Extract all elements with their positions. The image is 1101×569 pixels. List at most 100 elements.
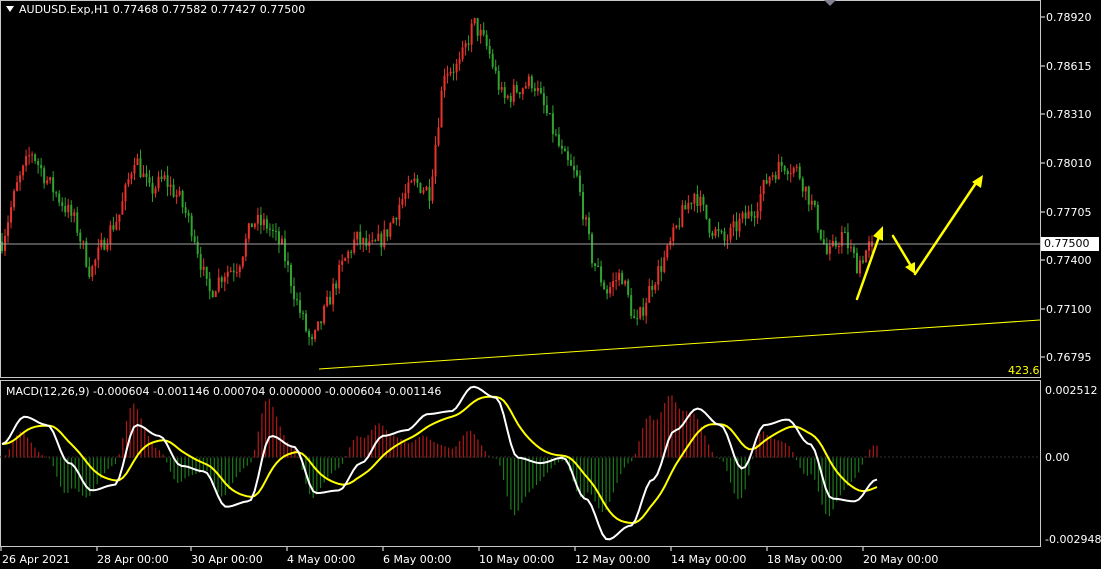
candle-body bbox=[238, 266, 241, 273]
candle-body bbox=[867, 241, 870, 251]
candle-body bbox=[542, 93, 545, 106]
candle-body bbox=[4, 235, 7, 251]
candle-body bbox=[214, 291, 217, 298]
candle-body bbox=[783, 166, 786, 171]
candle-body bbox=[515, 85, 518, 93]
forecast-arrows[interactable] bbox=[855, 175, 983, 301]
candle-body bbox=[819, 229, 822, 240]
candle-body bbox=[804, 186, 807, 192]
candle-body bbox=[645, 302, 648, 316]
candle-body bbox=[344, 258, 347, 261]
candle-body bbox=[443, 75, 446, 91]
candle-body bbox=[717, 229, 720, 232]
candle-body bbox=[85, 241, 88, 267]
arrow-up-2[interactable] bbox=[913, 178, 980, 276]
candle-body bbox=[822, 239, 825, 244]
candle-body bbox=[780, 161, 783, 167]
candle-body bbox=[73, 212, 76, 216]
candle-body bbox=[274, 231, 277, 233]
candle-body bbox=[271, 229, 274, 232]
candle-body bbox=[771, 175, 774, 177]
candle-body bbox=[711, 232, 714, 236]
candle-body bbox=[193, 236, 196, 242]
candle-body bbox=[34, 154, 37, 161]
candle-body bbox=[849, 247, 852, 249]
candle-body bbox=[759, 194, 762, 212]
candle-body bbox=[398, 204, 401, 220]
candle-body bbox=[813, 200, 816, 205]
candle-body bbox=[109, 225, 112, 245]
candle-body bbox=[25, 156, 28, 166]
candle-body bbox=[762, 180, 765, 195]
macd-axis: 0.002512 0.00 -0.002948 bbox=[1045, 384, 1101, 546]
candle-body bbox=[103, 239, 106, 250]
candle-body bbox=[678, 225, 681, 227]
candle-body bbox=[302, 312, 305, 314]
candle-body bbox=[633, 316, 636, 319]
candle-body bbox=[810, 200, 813, 205]
candle-body bbox=[169, 184, 172, 187]
candle-body bbox=[380, 233, 383, 248]
candle-body bbox=[404, 193, 407, 200]
candle-body bbox=[846, 232, 849, 249]
candle-body bbox=[705, 204, 708, 219]
candle-body bbox=[476, 18, 479, 36]
candle-body bbox=[265, 219, 268, 229]
arrow-down[interactable] bbox=[891, 234, 913, 268]
candle-body bbox=[127, 179, 130, 185]
candle-body bbox=[268, 228, 271, 230]
candle-body bbox=[148, 177, 151, 183]
candle-body bbox=[621, 272, 624, 285]
candle-body bbox=[566, 151, 569, 161]
candle-body bbox=[7, 222, 10, 236]
candle-body bbox=[181, 191, 184, 208]
time-tick: 10 May 00:00 bbox=[479, 553, 554, 566]
price-tick: 0.78615 bbox=[1046, 60, 1092, 73]
chart-window[interactable]: 0.78920 0.78615 0.78310 0.78010 0.77705 … bbox=[0, 0, 1101, 569]
candle-body bbox=[332, 283, 335, 305]
candle-body bbox=[594, 263, 597, 266]
candle-body bbox=[708, 218, 711, 233]
candle-body bbox=[687, 202, 690, 210]
candle-body bbox=[82, 241, 85, 243]
scroll-marker-icon[interactable] bbox=[824, 0, 836, 6]
candle-body bbox=[283, 238, 286, 262]
candle-body bbox=[449, 71, 452, 74]
candle-body bbox=[22, 165, 25, 176]
symbol-info[interactable]: AUDUSD.Exp,H1 0.77468 0.77582 0.77427 0.… bbox=[6, 3, 305, 16]
candle-body bbox=[693, 193, 696, 204]
macd-label: MACD(12,26,9) -0.000604 -0.001146 0.0007… bbox=[6, 385, 442, 398]
candle-body bbox=[94, 259, 97, 267]
candle-body bbox=[609, 287, 612, 294]
candle-body bbox=[666, 245, 669, 258]
candle-body bbox=[46, 180, 49, 184]
candle-body bbox=[326, 296, 329, 306]
candle-body bbox=[485, 34, 488, 47]
level-label: 423.6 bbox=[1008, 364, 1040, 377]
support-trendline[interactable] bbox=[318, 319, 1041, 370]
macd-tick: 0.002512 bbox=[1045, 384, 1098, 397]
candle-body bbox=[500, 87, 503, 90]
candle-body bbox=[696, 193, 699, 207]
candle-body bbox=[256, 214, 259, 224]
current-price-tag: 0.77500 bbox=[1041, 237, 1099, 251]
candle-body bbox=[533, 88, 536, 92]
candle-body bbox=[217, 277, 220, 292]
candle-body bbox=[518, 92, 521, 94]
candle-body bbox=[308, 330, 311, 337]
candle-body bbox=[557, 134, 560, 146]
candle-body bbox=[578, 175, 581, 193]
candle-body bbox=[473, 18, 476, 24]
candle-body bbox=[244, 238, 247, 257]
candle-body bbox=[229, 270, 232, 272]
candle-body bbox=[750, 211, 753, 217]
candle-body bbox=[843, 232, 846, 234]
dropdown-arrow-icon[interactable] bbox=[6, 6, 14, 12]
candle-body bbox=[286, 261, 289, 265]
candle-body bbox=[738, 218, 741, 232]
candle-body bbox=[591, 234, 594, 264]
candle-body bbox=[338, 264, 341, 289]
candle-body bbox=[277, 231, 280, 245]
candle-body bbox=[205, 266, 208, 279]
candle-body bbox=[49, 177, 52, 181]
